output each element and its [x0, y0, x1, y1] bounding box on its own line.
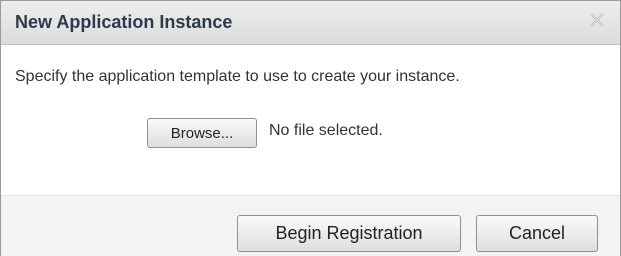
file-status-text: No file selected. — [269, 122, 383, 139]
cancel-button[interactable]: Cancel — [476, 215, 598, 252]
browse-button[interactable]: Browse... — [147, 118, 257, 148]
dialog-titlebar: New Application Instance — [1, 1, 620, 45]
new-application-instance-dialog: New Application Instance Specify the app… — [0, 0, 621, 256]
instructions-text: Specify the application template to use … — [15, 68, 460, 85]
begin-registration-button[interactable]: Begin Registration — [237, 215, 461, 252]
dialog-footer: Begin Registration Cancel — [1, 195, 620, 256]
dialog-title: New Application Instance — [15, 12, 233, 32]
close-icon[interactable] — [587, 10, 607, 30]
